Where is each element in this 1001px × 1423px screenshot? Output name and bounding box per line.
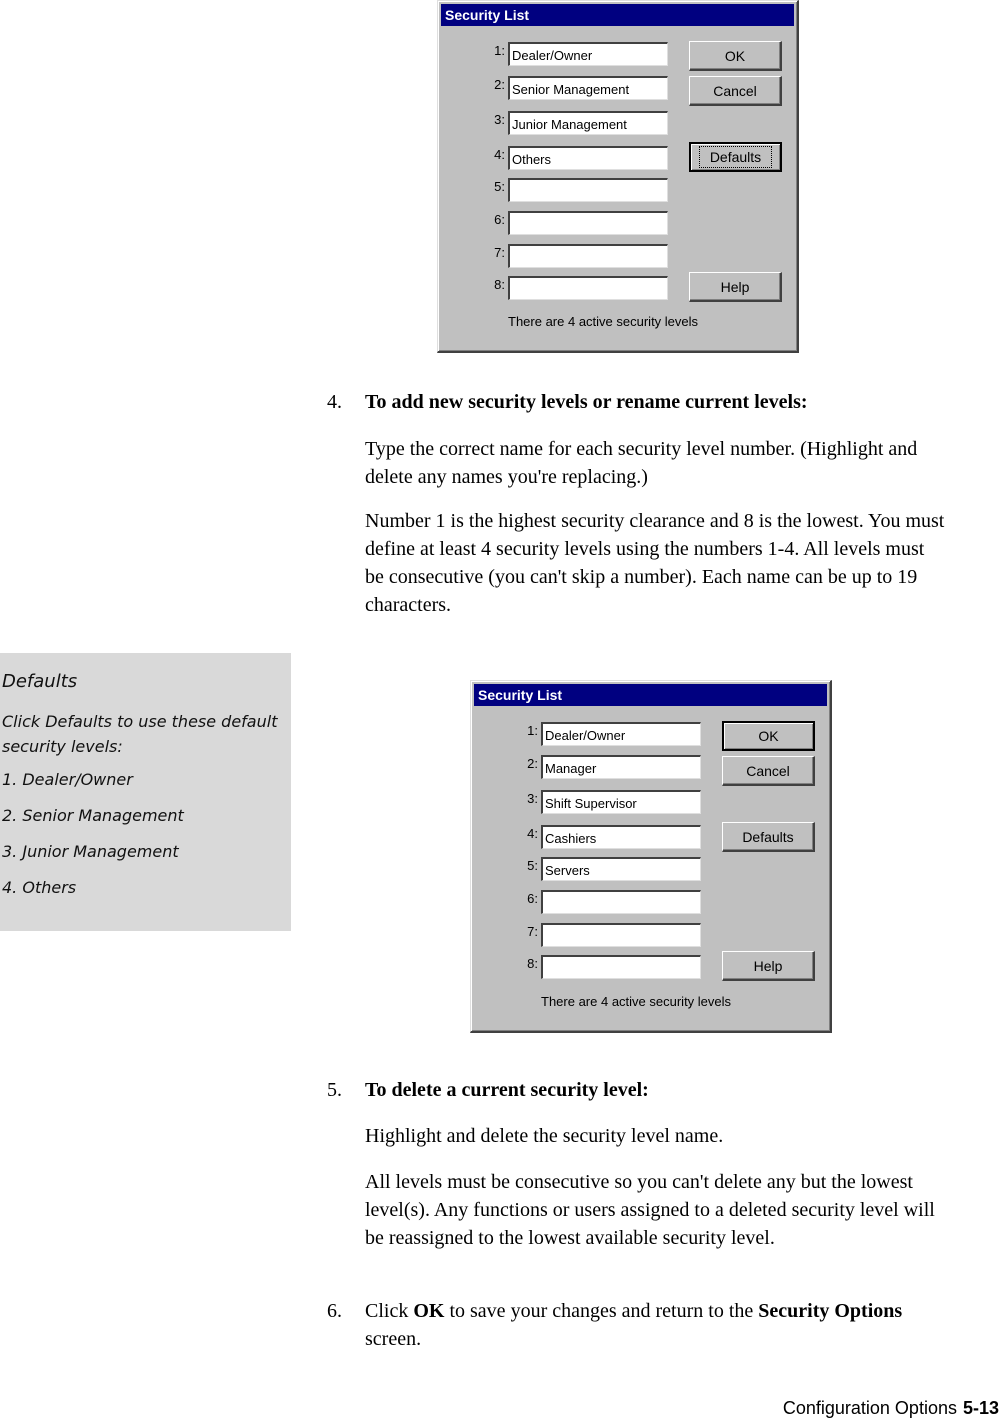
step-4-paragraph-1: Type the correct name for each security … xyxy=(365,438,918,488)
level-5-input[interactable] xyxy=(541,857,701,881)
level-1-input[interactable] xyxy=(541,722,701,746)
level-3-input[interactable] xyxy=(508,111,668,135)
dialog-title-bar: Security List xyxy=(441,4,794,26)
level-3-input[interactable] xyxy=(541,790,701,814)
defaults-note: Defaults Click Defaults to use these def… xyxy=(0,653,291,931)
level-number: 2: xyxy=(494,77,505,92)
note-title: Defaults xyxy=(2,671,78,692)
note-list-item: 4. Others xyxy=(2,878,77,897)
level-1-input[interactable] xyxy=(508,42,668,66)
step-6-text-mid: to save your changes and return to the xyxy=(444,1300,759,1322)
level-2-input[interactable] xyxy=(541,755,701,779)
active-levels-status: There are 4 active security levels xyxy=(508,314,699,329)
page-footer: Configuration Options 5-13 xyxy=(783,1398,999,1419)
level-number: 4: xyxy=(494,147,505,162)
cancel-button[interactable]: Cancel xyxy=(722,756,815,786)
step-6-text-before: Click xyxy=(365,1300,414,1322)
ok-reference: OK xyxy=(413,1300,445,1322)
page-number: 5-13 xyxy=(962,1398,999,1418)
level-number: 3: xyxy=(527,791,538,806)
ok-button[interactable]: OK xyxy=(689,41,782,71)
active-levels-status: There are 4 active security levels xyxy=(541,994,732,1009)
security-list-dialog-defaults: Security List 1: 2: 3: 4: 5: 6: 7: 8: OK… xyxy=(437,0,799,353)
level-4-input[interactable] xyxy=(508,146,668,170)
defaults-button[interactable]: Defaults xyxy=(689,142,782,172)
defaults-button[interactable]: Defaults xyxy=(722,822,815,852)
level-2-input[interactable] xyxy=(508,76,668,100)
note-list-item: 2. Senior Management xyxy=(2,806,184,825)
note-body: Click Defaults to use these default secu… xyxy=(2,712,278,756)
level-8-input[interactable] xyxy=(508,276,668,300)
step-6-text-after: screen. xyxy=(365,1328,422,1350)
level-number: 6: xyxy=(494,212,505,227)
help-button[interactable]: Help xyxy=(722,951,815,981)
level-number: 4: xyxy=(527,826,538,841)
level-number: 7: xyxy=(527,924,538,939)
section-name: Configuration Options xyxy=(782,1398,957,1418)
step-number: 6. xyxy=(327,1300,342,1322)
cancel-button[interactable]: Cancel xyxy=(689,76,782,106)
help-button[interactable]: Help xyxy=(689,272,782,302)
step-5-paragraph-1: Highlight and delete the security level … xyxy=(365,1125,724,1147)
step-6-text: Click OK to save your changes and return… xyxy=(365,1297,925,1353)
level-number: 7: xyxy=(494,245,505,260)
level-8-input[interactable] xyxy=(541,955,701,979)
security-options-reference: Security Options xyxy=(758,1300,903,1322)
step-number: 5. xyxy=(327,1079,342,1101)
level-number: 1: xyxy=(527,723,538,738)
ok-button[interactable]: OK xyxy=(722,721,815,751)
level-number: 5: xyxy=(527,858,538,873)
level-number: 3: xyxy=(494,112,505,127)
level-number: 2: xyxy=(527,756,538,771)
level-number: 1: xyxy=(494,43,505,58)
security-list-dialog-custom: Security List 1: 2: 3: 4: 5: 6: 7: 8: OK… xyxy=(470,680,832,1033)
step-4-paragraph-2: Number 1 is the highest security clearan… xyxy=(365,510,945,616)
step-number: 4. xyxy=(327,391,342,413)
dialog-title-bar: Security List xyxy=(474,684,827,706)
level-number: 5: xyxy=(494,179,505,194)
note-list-item: 1. Dealer/Owner xyxy=(2,770,133,789)
level-number: 8: xyxy=(494,277,505,292)
step-heading: To add new security levels or rename cur… xyxy=(365,391,808,413)
level-7-input[interactable] xyxy=(541,923,701,947)
level-6-input[interactable] xyxy=(541,890,701,914)
level-5-input[interactable] xyxy=(508,178,668,202)
note-list-item: 3. Junior Management xyxy=(2,842,179,861)
step-5-paragraph-2: All levels must be consecutive so you ca… xyxy=(365,1171,935,1249)
level-number: 8: xyxy=(527,956,538,971)
level-7-input[interactable] xyxy=(508,244,668,268)
level-6-input[interactable] xyxy=(508,211,668,235)
defaults-button-label: Defaults xyxy=(698,146,773,168)
step-heading: To delete a current security level: xyxy=(365,1079,649,1101)
level-number: 6: xyxy=(527,891,538,906)
level-4-input[interactable] xyxy=(541,825,701,849)
